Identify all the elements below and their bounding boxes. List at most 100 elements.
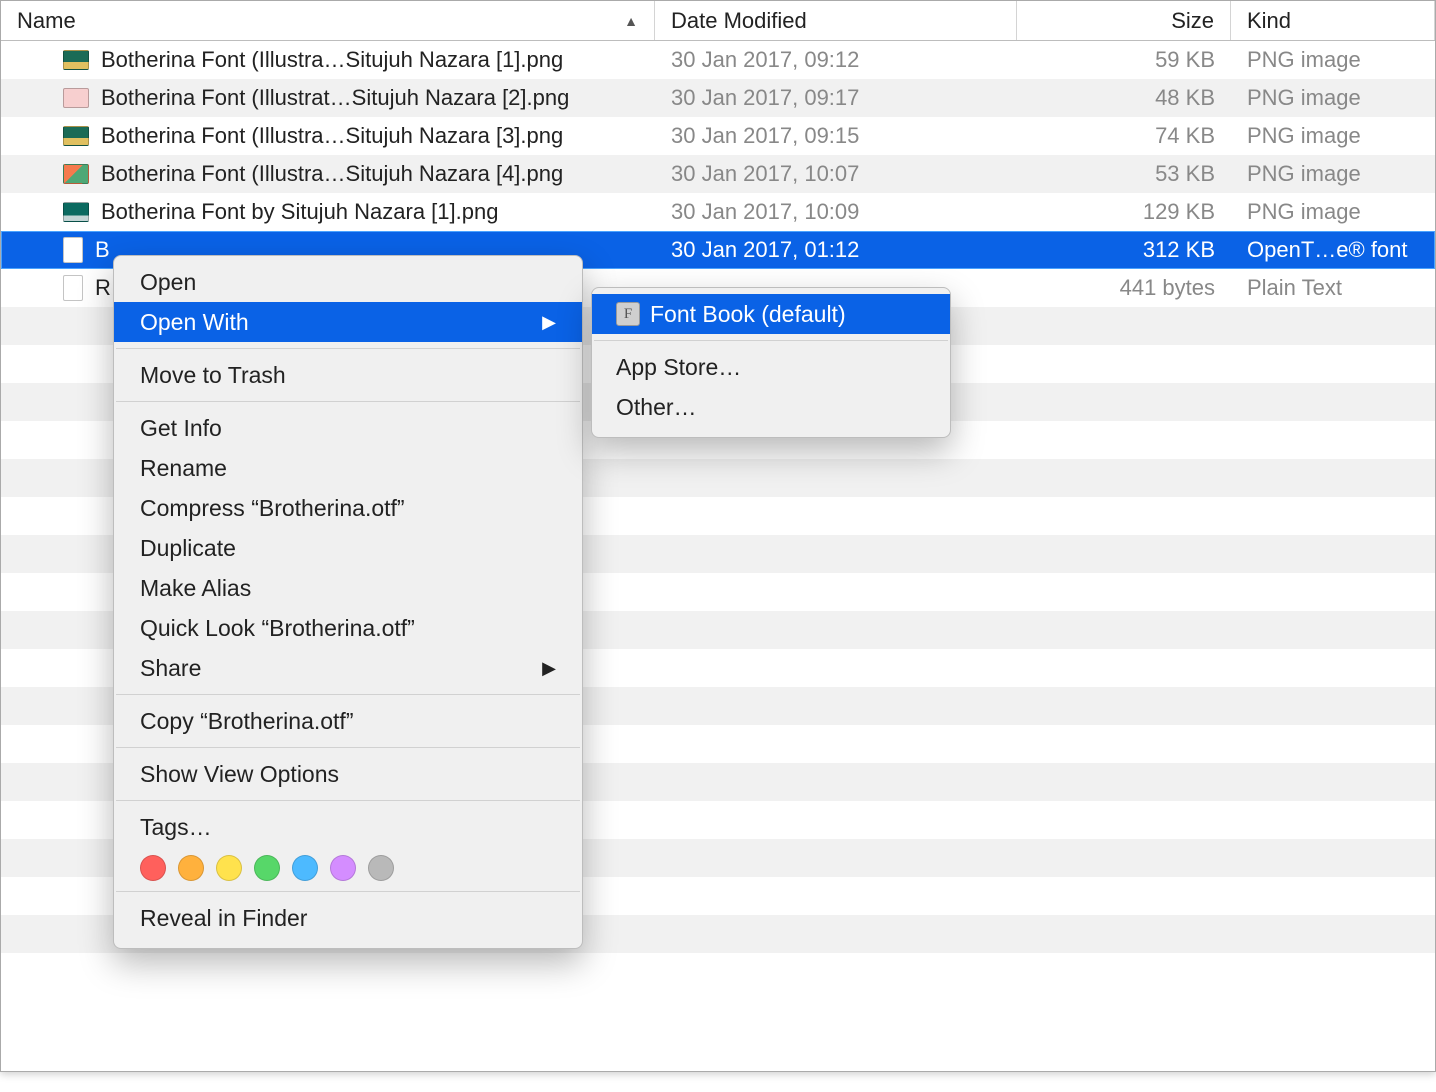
ctx-open[interactable]: Open xyxy=(114,262,582,302)
ctx-share[interactable]: Share ▶ xyxy=(114,648,582,688)
ctx-separator xyxy=(116,891,580,892)
column-header-size-label: Size xyxy=(1171,8,1214,34)
file-row[interactable]: Botherina Font (Illustrat…Situjuh Nazara… xyxy=(1,79,1435,117)
file-icon xyxy=(63,88,89,108)
ctx-show-view-options[interactable]: Show View Options xyxy=(114,754,582,794)
ctx-make-alias-label: Make Alias xyxy=(140,575,251,602)
file-size: 312 KB xyxy=(1017,237,1231,263)
file-row[interactable]: Botherina Font (Illustra…Situjuh Nazara … xyxy=(1,41,1435,79)
column-header-row: Name ▲ Date Modified Size Kind xyxy=(1,1,1435,41)
file-name: R xyxy=(95,275,111,301)
ctx-quick-look[interactable]: Quick Look “Brotherina.otf” xyxy=(114,608,582,648)
ctx-move-to-trash-label: Move to Trash xyxy=(140,362,286,389)
file-kind: PNG image xyxy=(1231,85,1435,111)
ctx-tags[interactable]: Tags… xyxy=(114,807,582,847)
ctx-duplicate[interactable]: Duplicate xyxy=(114,528,582,568)
file-name-cell: Botherina Font (Illustra…Situjuh Nazara … xyxy=(1,123,655,149)
file-size: 441 bytes xyxy=(1017,275,1231,301)
file-name-cell: Botherina Font by Situjuh Nazara [1].png xyxy=(1,199,655,225)
ctx-show-view-options-label: Show View Options xyxy=(140,761,339,788)
ctx-separator xyxy=(116,694,580,695)
ctx-get-info-label: Get Info xyxy=(140,415,222,442)
file-row[interactable]: Botherina Font (Illustra…Situjuh Nazara … xyxy=(1,155,1435,193)
context-menu: Open Open With ▶ Move to Trash Get Info … xyxy=(113,255,583,949)
column-header-kind-label: Kind xyxy=(1247,8,1291,34)
tag-purple[interactable] xyxy=(330,855,356,881)
ctx-copy[interactable]: Copy “Brotherina.otf” xyxy=(114,701,582,741)
ctx-separator xyxy=(116,401,580,402)
file-date: 30 Jan 2017, 01:12 xyxy=(655,237,1017,263)
ctx-open-with-label: Open With xyxy=(140,309,249,336)
file-size: 74 KB xyxy=(1017,123,1231,149)
file-date: 30 Jan 2017, 09:15 xyxy=(655,123,1017,149)
submenu-app-store[interactable]: App Store… xyxy=(592,347,950,387)
file-name-cell: Botherina Font (Illustra…Situjuh Nazara … xyxy=(1,47,655,73)
submenu-other[interactable]: Other… xyxy=(592,387,950,427)
file-size: 48 KB xyxy=(1017,85,1231,111)
file-date: 30 Jan 2017, 09:17 xyxy=(655,85,1017,111)
ctx-make-alias[interactable]: Make Alias xyxy=(114,568,582,608)
ctx-reveal-in-finder[interactable]: Reveal in Finder xyxy=(114,898,582,938)
ctx-separator xyxy=(116,747,580,748)
tag-blue[interactable] xyxy=(292,855,318,881)
file-size: 53 KB xyxy=(1017,161,1231,187)
tag-green[interactable] xyxy=(254,855,280,881)
sort-ascending-icon: ▲ xyxy=(624,13,638,29)
ctx-compress-label: Compress “Brotherina.otf” xyxy=(140,495,405,522)
ctx-separator xyxy=(116,800,580,801)
ctx-open-with[interactable]: Open With ▶ xyxy=(114,302,582,342)
file-name: Botherina Font (Illustrat…Situjuh Nazara… xyxy=(101,85,569,111)
file-icon xyxy=(63,275,83,301)
column-header-size[interactable]: Size xyxy=(1017,1,1231,40)
chevron-right-icon: ▶ xyxy=(542,658,556,679)
file-size: 59 KB xyxy=(1017,47,1231,73)
file-size: 129 KB xyxy=(1017,199,1231,225)
submenu-font-book-label: Font Book (default) xyxy=(650,301,846,328)
file-kind: PNG image xyxy=(1231,199,1435,225)
file-row[interactable]: Botherina Font by Situjuh Nazara [1].png… xyxy=(1,193,1435,231)
ctx-duplicate-label: Duplicate xyxy=(140,535,236,562)
ctx-compress[interactable]: Compress “Brotherina.otf” xyxy=(114,488,582,528)
column-header-date[interactable]: Date Modified xyxy=(655,1,1017,40)
column-header-name[interactable]: Name ▲ xyxy=(1,1,655,40)
file-kind: PNG image xyxy=(1231,47,1435,73)
ctx-separator xyxy=(116,348,580,349)
ctx-quick-look-label: Quick Look “Brotherina.otf” xyxy=(140,615,415,642)
ctx-copy-label: Copy “Brotherina.otf” xyxy=(140,708,353,735)
file-date: 30 Jan 2017, 10:07 xyxy=(655,161,1017,187)
tag-yellow[interactable] xyxy=(216,855,242,881)
file-kind: PNG image xyxy=(1231,161,1435,187)
column-header-kind[interactable]: Kind xyxy=(1231,1,1435,40)
submenu-other-label: Other… xyxy=(616,394,697,421)
file-row[interactable]: Botherina Font (Illustra…Situjuh Nazara … xyxy=(1,117,1435,155)
ctx-rename[interactable]: Rename xyxy=(114,448,582,488)
file-kind: OpenT…e® font xyxy=(1231,237,1435,263)
tag-orange[interactable] xyxy=(178,855,204,881)
open-with-submenu: F Font Book (default) App Store… Other… xyxy=(591,287,951,438)
ctx-move-to-trash[interactable]: Move to Trash xyxy=(114,355,582,395)
submenu-font-book[interactable]: F Font Book (default) xyxy=(592,294,950,334)
file-icon xyxy=(63,237,83,263)
column-header-name-label: Name xyxy=(17,8,76,34)
chevron-right-icon: ▶ xyxy=(542,312,556,333)
file-name-cell: Botherina Font (Illustrat…Situjuh Nazara… xyxy=(1,85,655,111)
ctx-open-label: Open xyxy=(140,269,196,296)
file-name-cell: Botherina Font (Illustra…Situjuh Nazara … xyxy=(1,161,655,187)
ctx-get-info[interactable]: Get Info xyxy=(114,408,582,448)
file-name: Botherina Font (Illustra…Situjuh Nazara … xyxy=(101,47,563,73)
ctx-tag-colors xyxy=(114,847,582,885)
ctx-rename-label: Rename xyxy=(140,455,227,482)
file-name: Botherina Font by Situjuh Nazara [1].png xyxy=(101,199,498,225)
tag-red[interactable] xyxy=(140,855,166,881)
file-date: 30 Jan 2017, 10:09 xyxy=(655,199,1017,225)
file-icon xyxy=(63,126,89,146)
submenu-app-store-label: App Store… xyxy=(616,354,741,381)
ctx-reveal-in-finder-label: Reveal in Finder xyxy=(140,905,307,932)
tag-gray[interactable] xyxy=(368,855,394,881)
ctx-tags-label: Tags… xyxy=(140,814,212,841)
file-date: 30 Jan 2017, 09:12 xyxy=(655,47,1017,73)
ctx-share-label: Share xyxy=(140,655,201,682)
file-name: Botherina Font (Illustra…Situjuh Nazara … xyxy=(101,161,563,187)
empty-row xyxy=(1,953,1435,991)
file-kind: PNG image xyxy=(1231,123,1435,149)
